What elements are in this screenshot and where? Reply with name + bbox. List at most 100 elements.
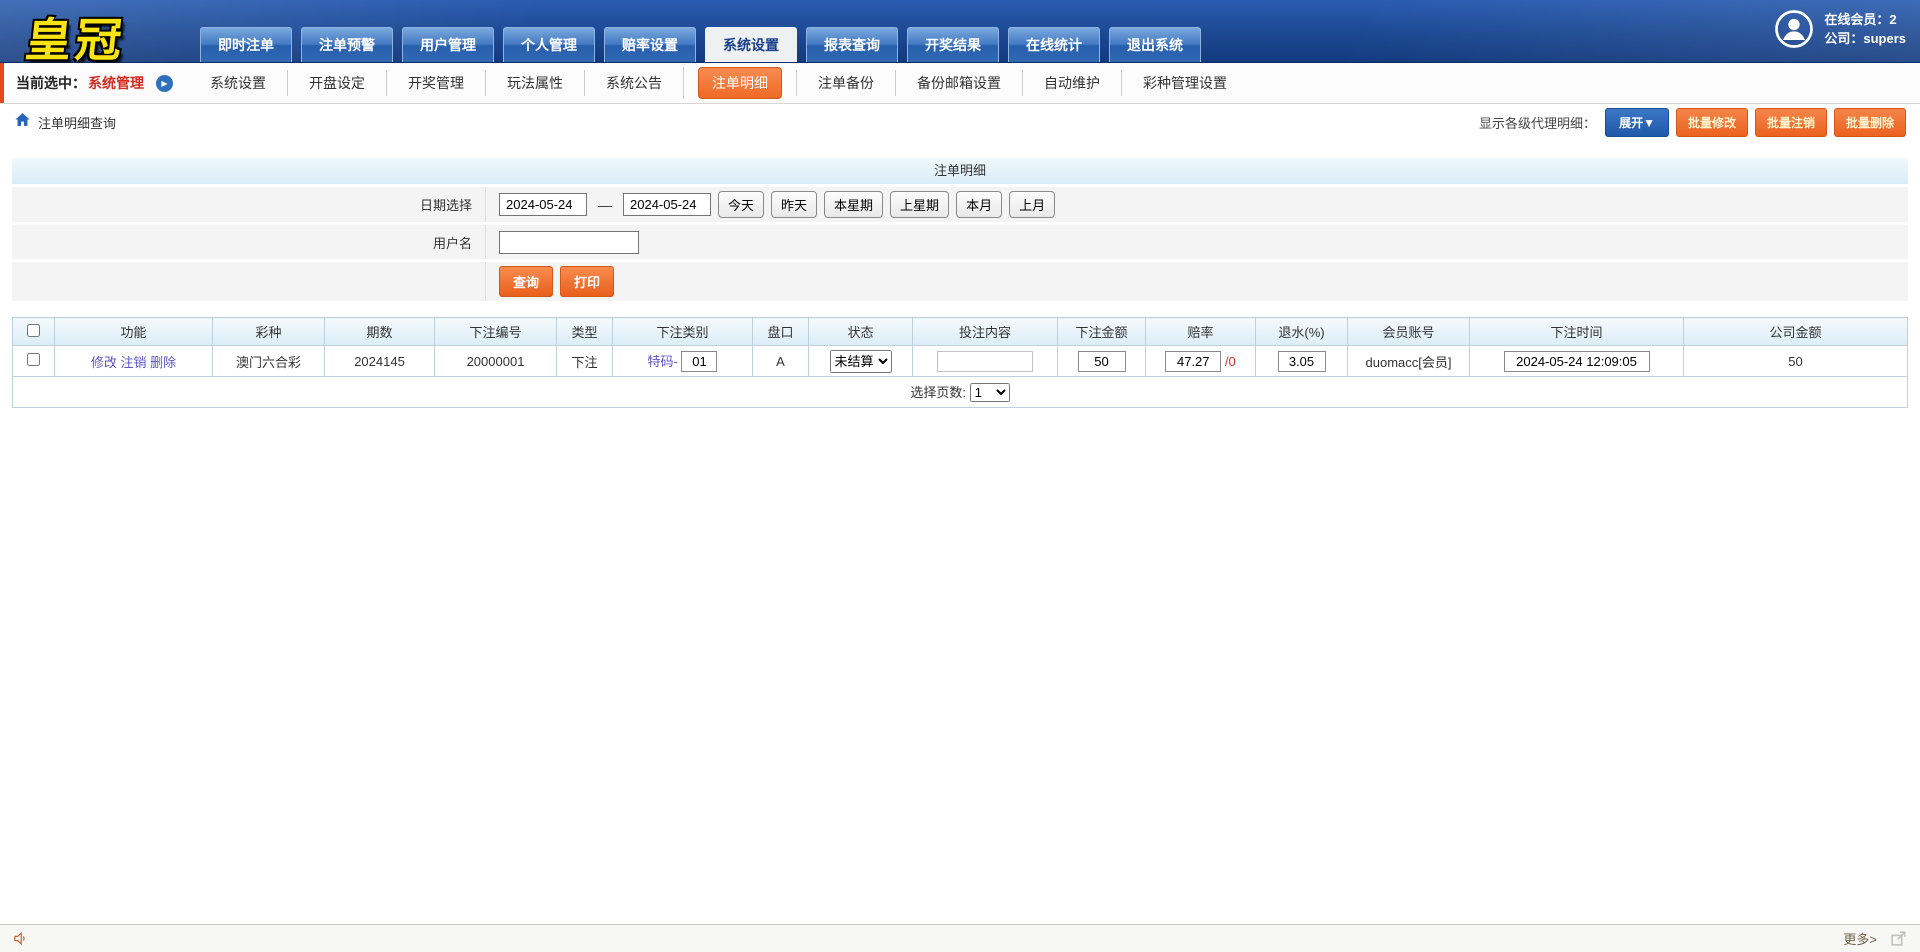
tab-odds-settings[interactable]: 赔率设置 bbox=[604, 27, 696, 62]
tab-online-stats[interactable]: 在线统计 bbox=[1008, 27, 1100, 62]
expand-button[interactable]: 展开▼ bbox=[1605, 108, 1669, 137]
cell-company-amount: 50 bbox=[1684, 346, 1908, 377]
subnav-backup-email-settings[interactable]: 备份邮箱设置 bbox=[895, 70, 1022, 96]
subnav-auto-maintenance[interactable]: 自动维护 bbox=[1022, 70, 1121, 96]
page-select[interactable]: 1 bbox=[970, 383, 1010, 402]
more-link[interactable]: 更多> bbox=[1843, 929, 1877, 948]
tab-logout[interactable]: 退出系统 bbox=[1109, 27, 1201, 62]
top-header: 皇冠 即时注单 注单预警 用户管理 个人管理 赔率设置 系统设置 报表查询 开奖… bbox=[0, 0, 1920, 63]
rebate-input[interactable] bbox=[1278, 351, 1326, 372]
this-month-button[interactable]: 本月 bbox=[956, 191, 1002, 218]
subnav-bet-details-pill[interactable]: 注单明细 bbox=[698, 67, 782, 99]
cell-bet-no: 20000001 bbox=[435, 346, 557, 377]
col-bet-category: 下注类别 bbox=[613, 318, 753, 346]
batch-cancel-button[interactable]: 批量注销 bbox=[1755, 108, 1827, 137]
company-label: 公司：supers bbox=[1824, 29, 1906, 48]
delete-link[interactable]: 删除 bbox=[150, 355, 176, 370]
breadcrumb-actions: 显示各级代理明细： 展开▼ 批量修改 批量注销 批量删除 bbox=[1479, 108, 1906, 137]
tab-personal-management[interactable]: 个人管理 bbox=[503, 27, 595, 62]
cell-bet-content bbox=[913, 346, 1058, 377]
subnav-system-announcement[interactable]: 系统公告 bbox=[584, 70, 683, 96]
subnav-lottery-management-settings[interactable]: 彩种管理设置 bbox=[1121, 70, 1248, 96]
last-week-button[interactable]: 上星期 bbox=[890, 191, 949, 218]
yesterday-button[interactable]: 昨天 bbox=[771, 191, 817, 218]
last-month-button[interactable]: 上月 bbox=[1009, 191, 1055, 218]
tab-bet-warning[interactable]: 注单预警 bbox=[301, 27, 393, 62]
filter-actions-row: 查询 打印 bbox=[12, 262, 1908, 301]
cancel-link[interactable]: 注销 bbox=[120, 355, 146, 370]
external-link-icon[interactable] bbox=[1889, 929, 1908, 948]
filter-panel: 注单明细 日期选择 — 今天 昨天 本星期 上星期 本月 上月 用户名 bbox=[12, 158, 1908, 301]
tab-system-settings[interactable]: 系统设置 bbox=[705, 27, 797, 62]
cell-odds: /0 bbox=[1146, 346, 1256, 377]
col-bet-content: 投注内容 bbox=[913, 318, 1058, 346]
date-from-input[interactable] bbox=[499, 193, 587, 216]
odds-input[interactable] bbox=[1165, 351, 1221, 372]
subnav-system-settings[interactable]: 系统设置 bbox=[189, 70, 287, 96]
col-company-amount: 公司金额 bbox=[1684, 318, 1908, 346]
panel-title: 注单明细 bbox=[12, 158, 1908, 184]
col-bet-amount: 下注金额 bbox=[1058, 318, 1146, 346]
tab-instant-bets[interactable]: 即时注单 bbox=[200, 27, 292, 62]
col-odds: 赔率 bbox=[1146, 318, 1256, 346]
col-rebate: 退水(%) bbox=[1256, 318, 1348, 346]
row-checkbox[interactable] bbox=[27, 353, 40, 366]
search-button[interactable]: 查询 bbox=[499, 266, 553, 297]
cell-type: 下注 bbox=[557, 346, 613, 377]
print-button[interactable]: 打印 bbox=[560, 266, 614, 297]
subnav-market-setting[interactable]: 开盘设定 bbox=[287, 70, 386, 96]
bet-time-input[interactable] bbox=[1504, 351, 1650, 372]
page-title: 注单明细查询 bbox=[38, 113, 116, 132]
tab-report-query[interactable]: 报表查询 bbox=[806, 27, 898, 62]
cell-status: 未结算 bbox=[809, 346, 913, 377]
bet-category-input[interactable] bbox=[681, 351, 717, 372]
speaker-icon[interactable] bbox=[12, 930, 29, 947]
cell-rebate bbox=[1256, 346, 1348, 377]
cell-handicap: A bbox=[753, 346, 809, 377]
date-range-separator: — bbox=[598, 197, 612, 213]
cell-lottery: 澳门六合彩 bbox=[213, 346, 325, 377]
user-info: 在线会员：2 公司：supers bbox=[1774, 9, 1906, 49]
username-label: 用户名 bbox=[12, 225, 486, 259]
select-all-checkbox[interactable] bbox=[27, 324, 40, 337]
subnav-play-attributes[interactable]: 玩法属性 bbox=[485, 70, 584, 96]
subnav-bet-backup[interactable]: 注单备份 bbox=[796, 70, 895, 96]
col-lottery: 彩种 bbox=[213, 318, 325, 346]
crown-logo: 皇冠 bbox=[23, 4, 130, 70]
batch-delete-button[interactable]: 批量删除 bbox=[1834, 108, 1906, 137]
bet-category-label: 特码- bbox=[648, 354, 678, 369]
odds-suffix: /0 bbox=[1225, 354, 1236, 369]
bet-content-input[interactable] bbox=[937, 351, 1033, 372]
current-selected-label: 当前选中： bbox=[16, 73, 86, 93]
username-input[interactable] bbox=[499, 231, 639, 254]
this-week-button[interactable]: 本星期 bbox=[824, 191, 883, 218]
modify-link[interactable]: 修改 bbox=[91, 355, 117, 370]
col-status: 状态 bbox=[809, 318, 913, 346]
date-to-input[interactable] bbox=[623, 193, 711, 216]
date-select-label: 日期选择 bbox=[12, 187, 486, 222]
filter-actions-spacer bbox=[12, 262, 486, 301]
left-accent-bar bbox=[0, 63, 4, 103]
pagination-row: 选择页数: 1 bbox=[13, 377, 1908, 408]
tab-user-management[interactable]: 用户管理 bbox=[402, 27, 494, 62]
cell-bet-amount bbox=[1058, 346, 1146, 377]
today-button[interactable]: 今天 bbox=[718, 191, 764, 218]
cell-bet-category: 特码- bbox=[613, 346, 753, 377]
table-row: 修改 注销 删除 澳门六合彩 2024145 20000001 下注 特码- A… bbox=[13, 346, 1908, 377]
status-select[interactable]: 未结算 bbox=[830, 350, 892, 373]
col-handicap: 盘口 bbox=[753, 318, 809, 346]
bet-amount-input[interactable] bbox=[1078, 351, 1126, 372]
col-bet-no: 下注编号 bbox=[435, 318, 557, 346]
user-avatar-icon bbox=[1774, 9, 1814, 49]
col-actions: 功能 bbox=[55, 318, 213, 346]
batch-modify-button[interactable]: 批量修改 bbox=[1676, 108, 1748, 137]
cell-bet-time bbox=[1470, 346, 1684, 377]
online-members-label: 在线会员：2 bbox=[1824, 10, 1906, 29]
subnav-draw-management[interactable]: 开奖管理 bbox=[386, 70, 485, 96]
username-filter-row: 用户名 bbox=[12, 225, 1908, 259]
secondary-nav: 当前选中： 系统管理 ▶ 系统设置 开盘设定 开奖管理 玩法属性 系统公告 注单… bbox=[0, 63, 1920, 104]
table-header-row: 功能 彩种 期数 下注编号 类型 下注类别 盘口 状态 投注内容 下注金额 赔率… bbox=[13, 318, 1908, 346]
tab-lottery-results[interactable]: 开奖结果 bbox=[907, 27, 999, 62]
subnav-bet-details[interactable]: 注单明细 bbox=[683, 67, 796, 99]
col-period: 期数 bbox=[325, 318, 435, 346]
